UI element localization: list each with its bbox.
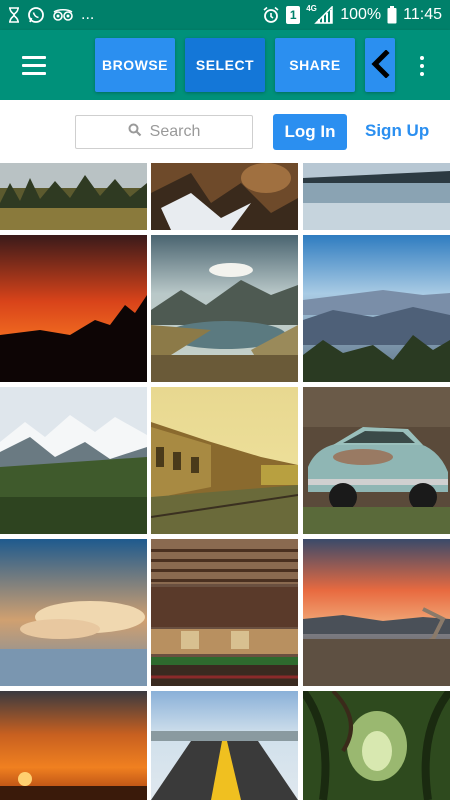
photo-road-yellow-line[interactable] (151, 691, 298, 800)
battery-percent: 100% (340, 6, 382, 23)
battery-icon (387, 6, 397, 24)
browse-button[interactable]: BROWSE (95, 38, 175, 92)
search-icon (128, 123, 142, 142)
photo-cloud-over-sea[interactable] (0, 539, 147, 686)
whatsapp-icon (27, 6, 45, 24)
more-notifications-text: ... (81, 6, 95, 23)
signup-link[interactable]: Sign Up (365, 121, 429, 141)
overflow-menu-icon[interactable] (412, 52, 432, 80)
hamburger-menu-icon[interactable] (16, 50, 52, 80)
photo-forest-meadow[interactable] (0, 163, 147, 230)
app-toolbar: BROWSE SELECT SHARE (0, 30, 450, 100)
photo-old-train-station[interactable] (151, 387, 298, 534)
search-placeholder: Search (149, 123, 201, 140)
sim-icon: 1 (286, 6, 301, 24)
status-bar: ... 1 4G 100% 11:45 (0, 0, 450, 30)
search-input[interactable]: Search (75, 115, 253, 149)
login-button[interactable]: Log In (273, 114, 347, 150)
back-button[interactable] (365, 38, 395, 92)
signal-icon: 4G (306, 4, 334, 24)
tripadvisor-icon (52, 6, 74, 24)
search-bar-row: Search Log In Sign Up (0, 100, 450, 163)
photo-rusty-vintage-car[interactable] (303, 387, 450, 534)
photo-blue-mountain-valley[interactable] (303, 235, 450, 382)
photo-red-sunset-silhouette[interactable] (0, 235, 147, 382)
hourglass-icon (8, 6, 20, 24)
photo-snowy-mountain-range[interactable] (0, 387, 147, 534)
status-system: 1 4G 100% 11:45 (262, 4, 442, 24)
photo-grid (0, 163, 450, 800)
share-button[interactable]: SHARE (275, 38, 355, 92)
network-type-label: 4G (306, 4, 317, 13)
photo-mountain-lake-clouds[interactable] (151, 235, 298, 382)
chevron-left-icon (370, 48, 390, 81)
status-notifications: ... (8, 6, 94, 24)
photo-green-tree-tunnel[interactable] (303, 691, 450, 800)
photo-railway-freight-cars[interactable] (151, 539, 298, 686)
photo-rocky-snow-slope[interactable] (151, 163, 298, 230)
select-button[interactable]: SELECT (185, 38, 265, 92)
photo-mountain-lake-reflection[interactable] (303, 163, 450, 230)
clock: 11:45 (403, 6, 442, 23)
alarm-icon (262, 6, 280, 24)
photo-sunset-plains[interactable] (303, 539, 450, 686)
photo-orange-sunset-water[interactable] (0, 691, 147, 800)
